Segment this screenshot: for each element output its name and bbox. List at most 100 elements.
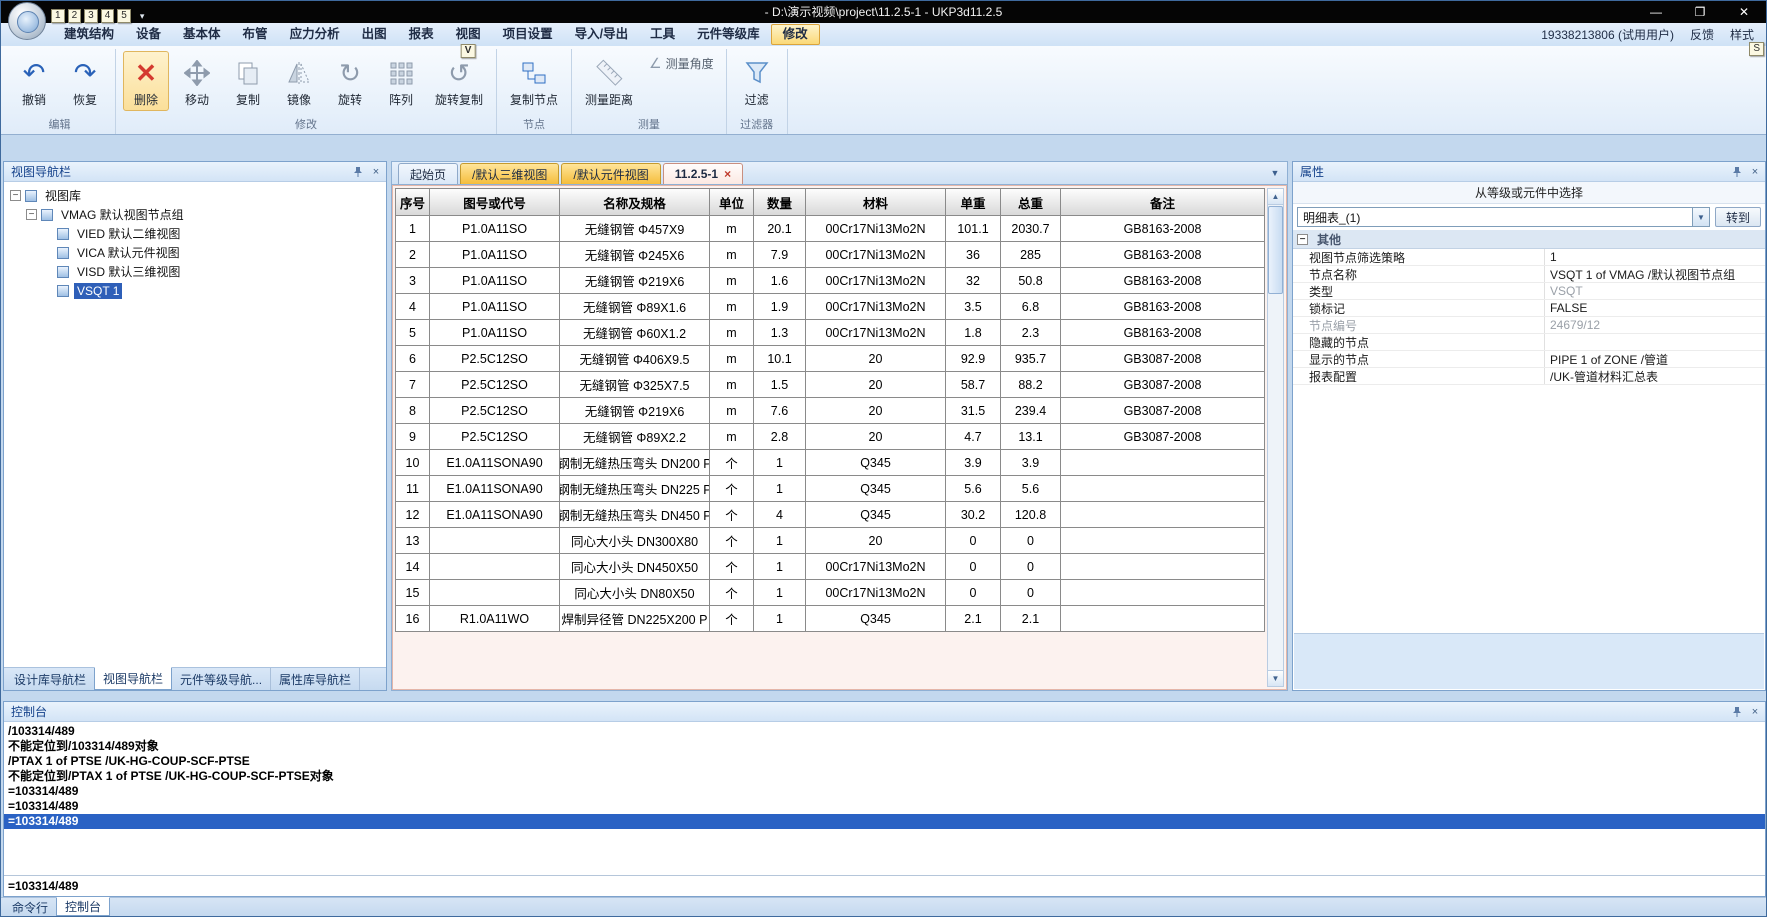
table-row[interactable]: 1P1.0A11SO无缝钢管 Φ457X9m20.100Cr17Ni13Mo2N… <box>396 216 1265 242</box>
rotate-copy-button[interactable]: ↺ 旋转复制 <box>429 51 489 111</box>
table-row[interactable]: 6P2.5C12SO无缝钢管 Φ406X9.5m10.12092.9935.7G… <box>396 346 1265 372</box>
column-header-4[interactable]: 单位 <box>710 189 754 216</box>
table-row[interactable]: 7P2.5C12SO无缝钢管 Φ325X7.5m1.52058.788.2GB3… <box>396 372 1265 398</box>
pin-icon[interactable] <box>1731 166 1743 178</box>
menu-tab-4[interactable]: 布管 <box>232 24 279 45</box>
tab-list-dropdown-icon[interactable]: ▼ <box>1267 165 1283 181</box>
menu-tab-3[interactable]: 基本体 <box>172 24 232 45</box>
collapse-icon[interactable]: − <box>1297 234 1308 245</box>
menu-tab-5[interactable]: 应力分析 <box>279 24 351 45</box>
table-row[interactable]: 3P1.0A11SO无缝钢管 Φ219X6m1.600Cr17Ni13Mo2N3… <box>396 268 1265 294</box>
menu-tab-12[interactable]: 元件等级库 <box>686 24 771 45</box>
table-row[interactable]: 15同心大小头 DN80X50个100Cr17Ni13Mo2N00 <box>396 580 1265 606</box>
chevron-down-icon[interactable]: ▼ <box>1692 208 1709 226</box>
menu-tab-7[interactable]: 报表 <box>398 24 445 45</box>
tree-item-4[interactable]: VICA 默认元件视图 <box>4 243 386 262</box>
table-row[interactable]: 9P2.5C12SO无缝钢管 Φ89X2.2m2.8204.713.1GB308… <box>396 424 1265 450</box>
doc-tab-3[interactable]: /默认元件视图 <box>561 163 660 184</box>
console-line-1[interactable]: /103314/489 <box>4 724 1765 739</box>
copy-node-button[interactable]: 复制节点 <box>504 51 564 111</box>
menu-tab-8[interactable]: 视图V <box>445 24 492 45</box>
close-tab-icon[interactable]: × <box>724 167 731 181</box>
expander-icon[interactable]: − <box>10 190 21 201</box>
table-row[interactable]: 13同心大小头 DN300X80个12000 <box>396 528 1265 554</box>
property-row-2[interactable]: 节点名称VSQT 1 of VMAG /默认视图节点组 <box>1293 266 1765 283</box>
close-panel-icon[interactable]: × <box>1749 166 1761 178</box>
tree-item-2[interactable]: −VMAG 默认视图节点组 <box>4 205 386 224</box>
table-row[interactable]: 11E1.0A11SONA90钢制无缝热压弯头 DN225 P个1Q3455.6… <box>396 476 1265 502</box>
doc-tab-2[interactable]: /默认三维视图 <box>460 163 559 184</box>
table-row[interactable]: 2P1.0A11SO无缝钢管 Φ245X6m7.900Cr17Ni13Mo2N3… <box>396 242 1265 268</box>
bottom-tab-2[interactable]: 控制台 <box>56 897 110 916</box>
scroll-thumb[interactable] <box>1268 206 1283 294</box>
console-line-6[interactable]: =103314/489 <box>4 799 1765 814</box>
delete-button[interactable]: ✕ 删除 <box>123 51 169 111</box>
property-row-8[interactable]: 报表配置/UK-管道材料汇总表 <box>1293 368 1765 385</box>
measure-distance-button[interactable]: 测量距离 <box>579 51 639 111</box>
close-panel-icon[interactable]: × <box>370 166 382 178</box>
rotate-button[interactable]: ↻ 旋转 <box>327 51 373 111</box>
minimize-button[interactable]: — <box>1634 1 1678 23</box>
column-header-7[interactable]: 单重 <box>946 189 1001 216</box>
expander-icon[interactable]: − <box>26 209 37 220</box>
measure-angle-button[interactable]: ∠ 测量角度 <box>644 53 719 74</box>
property-row-4[interactable]: 锁标记FALSE <box>1293 300 1765 317</box>
mirror-button[interactable]: 镜像 <box>276 51 322 111</box>
navigator-tab-3[interactable]: 元件等级导航... <box>172 668 271 690</box>
console-line-2[interactable]: 不能定位到/103314/489对象 <box>4 739 1765 754</box>
pin-icon[interactable] <box>352 166 364 178</box>
menu-tab-13[interactable]: 修改 <box>771 24 820 45</box>
undo-button[interactable]: ↶ 撤销 <box>11 51 57 111</box>
navigator-tab-1[interactable]: 设计库导航栏 <box>6 668 95 690</box>
qat-dropdown-icon[interactable]: ▾ <box>140 11 145 22</box>
menu-tab-11[interactable]: 工具 <box>639 24 686 45</box>
column-header-8[interactable]: 总重 <box>1001 189 1061 216</box>
table-row[interactable]: 14同心大小头 DN450X50个100Cr17Ni13Mo2N00 <box>396 554 1265 580</box>
console-line-5[interactable]: =103314/489 <box>4 784 1765 799</box>
table-row[interactable]: 16R1.0A11WO焊制异径管 DN225X200 P个1Q3452.12.1 <box>396 606 1265 632</box>
table-vertical-scrollbar[interactable]: ▲ ▼ <box>1267 188 1284 687</box>
column-header-2[interactable]: 图号或代号 <box>430 189 560 216</box>
redo-button[interactable]: ↷ 恢复 <box>62 51 108 111</box>
property-row-5[interactable]: 节点编号24679/12 <box>1293 317 1765 334</box>
console-input-line[interactable]: =103314/489 <box>4 875 1765 896</box>
tree-item-6[interactable]: VSQT 1 <box>4 281 386 300</box>
console-line-7[interactable]: =103314/489 <box>4 814 1765 829</box>
property-row-6[interactable]: 隐藏的节点 <box>1293 334 1765 351</box>
console-line-4[interactable]: 不能定位到/PTAX 1 of PTSE /UK-HG-COUP-SCF-PTS… <box>4 769 1765 784</box>
doc-tab-4[interactable]: 11.2.5-1× <box>663 163 743 184</box>
selection-combo[interactable]: 明细表_(1) ▼ <box>1297 207 1710 227</box>
array-button[interactable]: 阵列 <box>378 51 424 111</box>
property-row-7[interactable]: 显示的节点PIPE 1 of ZONE /管道 <box>1293 351 1765 368</box>
navigator-tab-4[interactable]: 属性库导航栏 <box>271 668 360 690</box>
table-row[interactable]: 8P2.5C12SO无缝钢管 Φ219X6m7.62031.5239.4GB30… <box>396 398 1265 424</box>
pin-icon[interactable] <box>1731 706 1743 718</box>
table-row[interactable]: 10E1.0A11SONA90钢制无缝热压弯头 DN200 P个1Q3453.9… <box>396 450 1265 476</box>
column-header-1[interactable]: 序号 <box>396 189 430 216</box>
scroll-up-icon[interactable]: ▲ <box>1268 189 1283 205</box>
table-row[interactable]: 12E1.0A11SONA90钢制无缝热压弯头 DN450 P个4Q34530.… <box>396 502 1265 528</box>
filter-button[interactable]: 过滤 <box>734 51 780 111</box>
goto-button[interactable]: 转到 <box>1715 207 1761 227</box>
menu-tab-10[interactable]: 导入/导出 <box>564 24 639 45</box>
console-output[interactable]: /103314/489不能定位到/103314/489对象/PTAX 1 of … <box>4 723 1765 875</box>
column-header-3[interactable]: 名称及规格 <box>560 189 710 216</box>
move-button[interactable]: 移动 <box>174 51 220 111</box>
doc-tab-1[interactable]: 起始页 <box>398 163 458 184</box>
column-header-9[interactable]: 备注 <box>1061 189 1265 216</box>
tree-item-5[interactable]: VISD 默认三维视图 <box>4 262 386 281</box>
property-group-header[interactable]: − 其他 <box>1293 230 1765 249</box>
close-panel-icon[interactable]: × <box>1749 706 1761 718</box>
copy-button[interactable]: 复制 <box>225 51 271 111</box>
app-menu-button[interactable] <box>8 2 46 40</box>
menu-tab-1[interactable]: 建筑结构 <box>53 24 125 45</box>
menu-tab-6[interactable]: 出图 <box>351 24 398 45</box>
property-row-1[interactable]: 视图节点筛选策略1 <box>1293 249 1765 266</box>
console-line-3[interactable]: /PTAX 1 of PTSE /UK-HG-COUP-SCF-PTSE <box>4 754 1765 769</box>
close-button[interactable]: ✕ <box>1722 1 1766 23</box>
tree-item-1[interactable]: −视图库 <box>4 186 386 205</box>
column-header-5[interactable]: 数量 <box>754 189 806 216</box>
feedback-button[interactable]: 反馈 <box>1690 26 1714 43</box>
bottom-tab-1[interactable]: 命令行 <box>4 898 57 916</box>
table-row[interactable]: 4P1.0A11SO无缝钢管 Φ89X1.6m1.900Cr17Ni13Mo2N… <box>396 294 1265 320</box>
